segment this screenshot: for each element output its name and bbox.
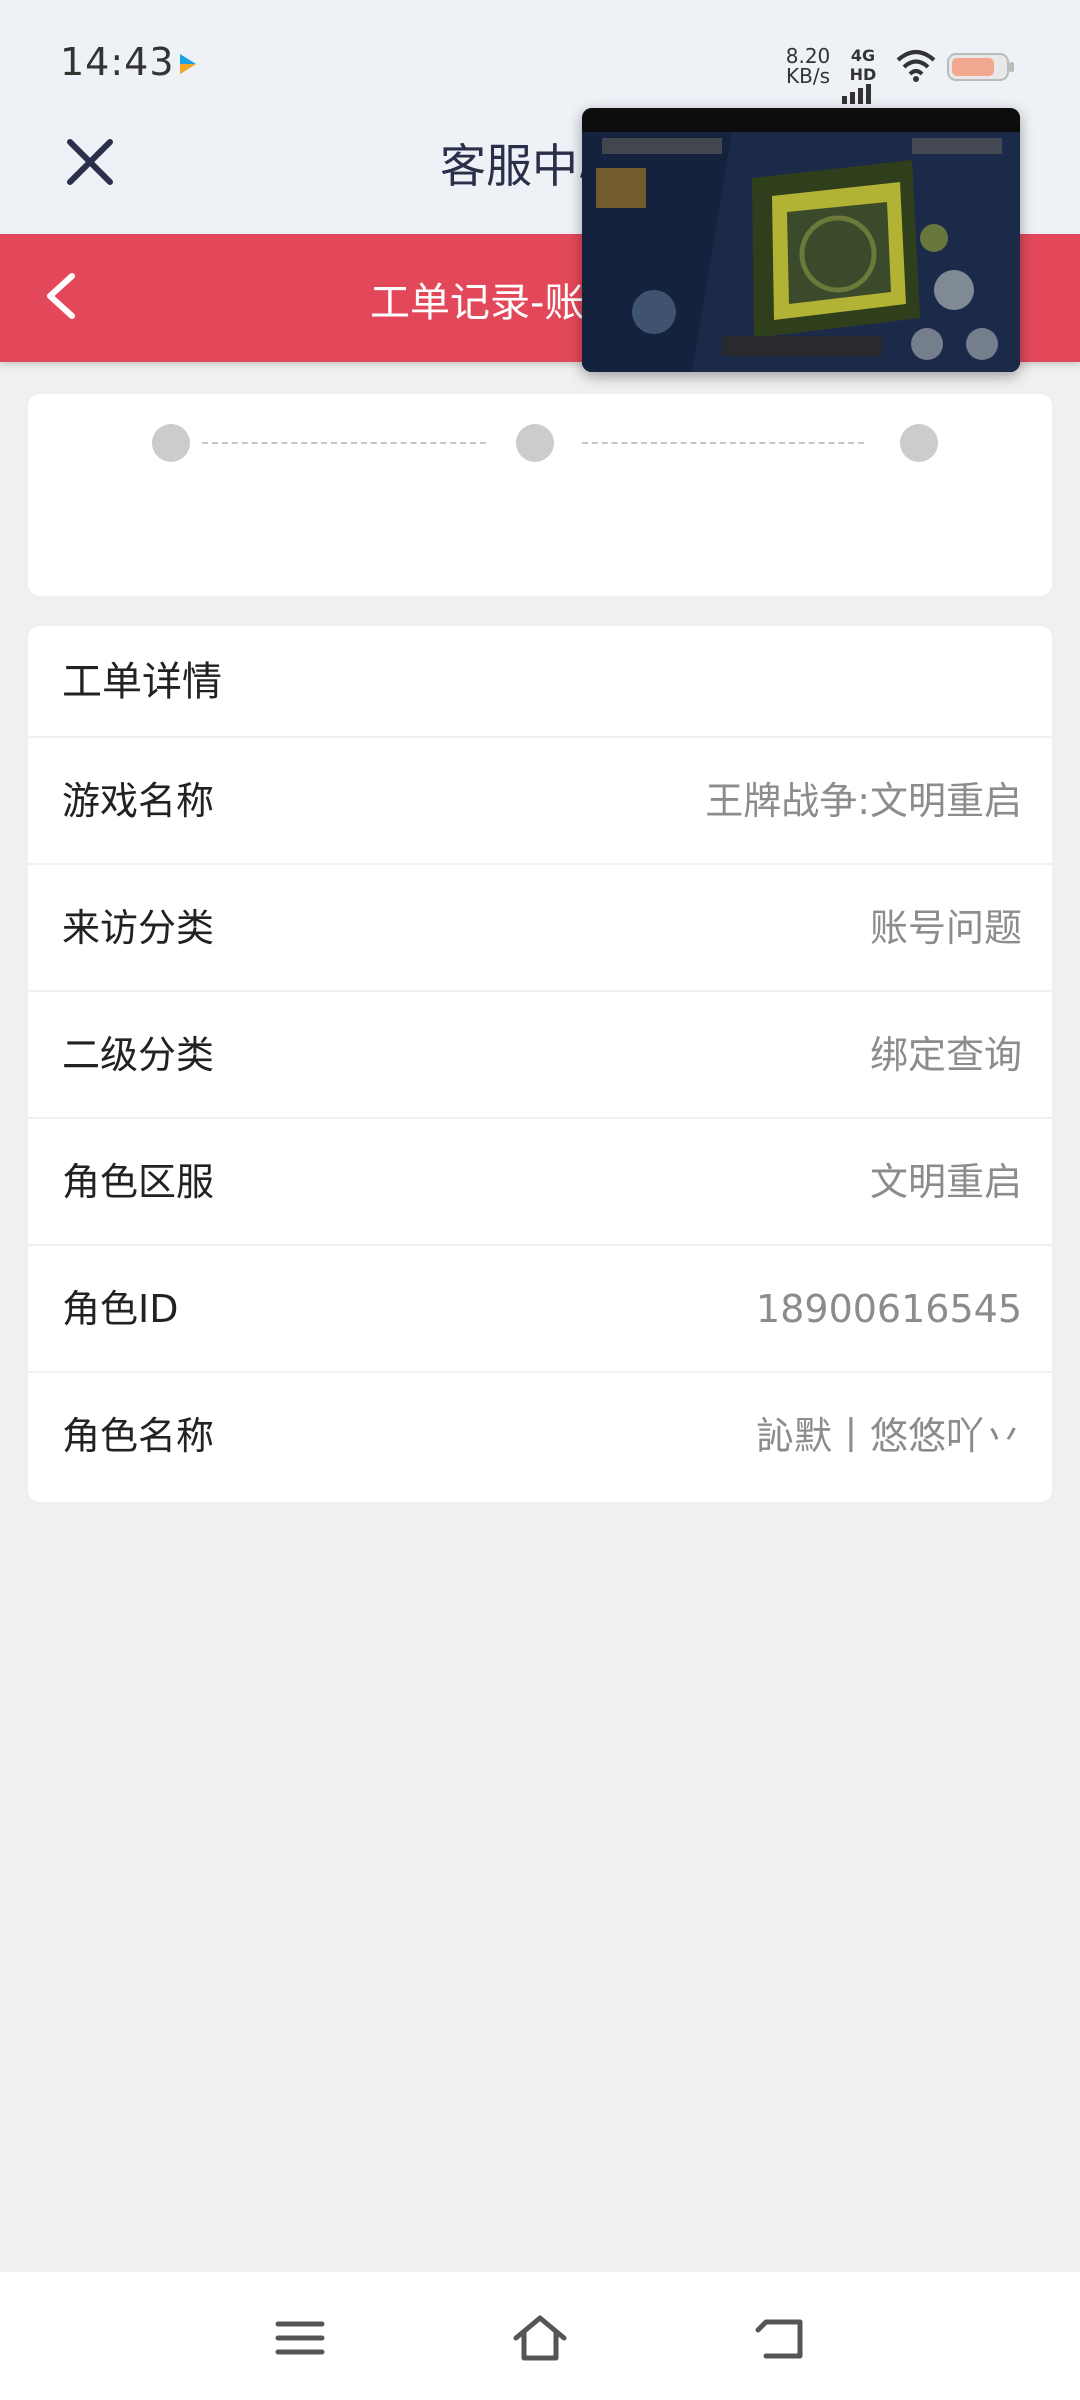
detail-row-role-name: 角色名称 訫默丨悠悠吖丷	[28, 1373, 1052, 1500]
row-value: 王牌战争:文明重启	[705, 779, 1022, 823]
back-icon[interactable]	[744, 2302, 816, 2374]
row-label: 角色区服	[62, 1160, 215, 1204]
row-value: 绑定查询	[869, 1033, 1022, 1077]
net-speed-value: 8.20	[785, 44, 831, 68]
detail-row-server: 角色区服 文明重启	[28, 1119, 1052, 1246]
detail-row-role-id: 角色ID 18900616545	[28, 1246, 1052, 1373]
battery-icon	[947, 53, 1014, 81]
row-label: 角色ID	[62, 1287, 179, 1331]
system-navigation-bar	[0, 2272, 1080, 2400]
ticket-detail-card: 工单详情 游戏名称 王牌战争:文明重启 来访分类 账号问题 二级分类 绑定查询 …	[28, 626, 1052, 1502]
status-time: 14:43	[60, 40, 175, 84]
row-label: 来访分类	[62, 906, 215, 950]
floating-video-window[interactable]	[582, 108, 1020, 372]
signal-bars-icon	[842, 84, 871, 104]
step-connector-1	[202, 442, 486, 444]
row-value: 账号问题	[869, 906, 1022, 950]
detail-row-sub-category: 二级分类 绑定查询	[28, 992, 1052, 1119]
back-arrow-icon[interactable]	[36, 264, 92, 328]
detail-row-visit-category: 来访分类 账号问题	[28, 865, 1052, 992]
row-value: 18900616545	[756, 1287, 1022, 1331]
row-value: 文明重启	[869, 1160, 1022, 1204]
wifi-icon	[896, 50, 936, 82]
home-icon[interactable]	[504, 2302, 576, 2374]
menu-icon[interactable]	[264, 2302, 336, 2374]
net-speed: 8.20 KB/s	[778, 46, 838, 86]
signal-label: 4G HD	[849, 46, 877, 84]
step-dot-1	[152, 424, 190, 462]
row-label: 二级分类	[62, 1033, 215, 1077]
close-icon[interactable]	[60, 132, 120, 192]
step-dot-3	[900, 424, 938, 462]
app-notification-icon	[180, 54, 196, 74]
cellular-signal: 4G HD	[838, 46, 888, 108]
section-title: 工单详情	[28, 626, 1052, 738]
game-video-thumbnail	[582, 108, 1020, 372]
row-label: 游戏名称	[62, 779, 215, 823]
step-connector-2	[582, 442, 864, 444]
progress-steps	[28, 394, 1052, 596]
row-label: 角色名称	[62, 1414, 215, 1458]
step-dot-2	[516, 424, 554, 462]
row-value: 訫默丨悠悠吖丷	[755, 1414, 1022, 1458]
detail-row-game-name: 游戏名称 王牌战争:文明重启	[28, 738, 1052, 865]
net-speed-unit: KB/s	[786, 64, 830, 88]
